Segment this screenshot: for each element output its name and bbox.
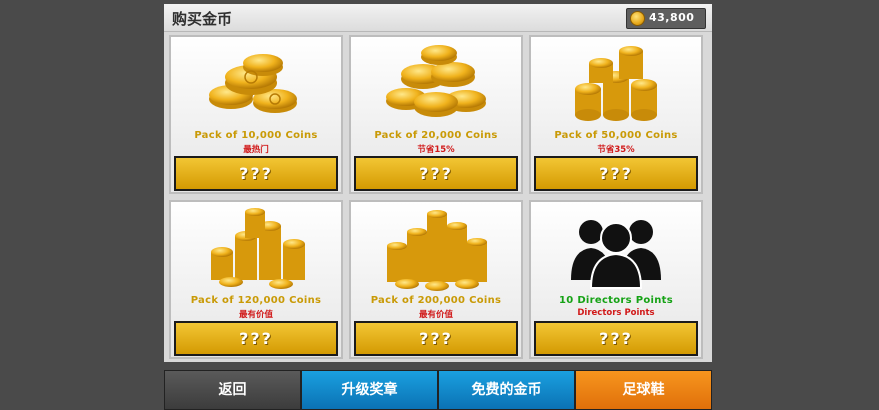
- pack-tag: Directors Points: [577, 308, 655, 318]
- pack-tag: 节省35%: [597, 145, 635, 155]
- upgrade-badge-button[interactable]: 升级奖章: [301, 370, 438, 410]
- pack-tile-120000[interactable]: Pack of 120,000 Coins 最有价值 ???: [169, 200, 343, 359]
- pack-tag: 节省15%: [417, 145, 455, 155]
- buy-button[interactable]: ???: [534, 321, 698, 356]
- back-button[interactable]: 返回: [164, 370, 301, 410]
- coins-huge-icon: [387, 210, 487, 291]
- page-title: 购买金币: [172, 10, 233, 28]
- pack-name: Pack of 20,000 Coins: [374, 130, 498, 141]
- header-bar: 购买金币 43,800: [164, 4, 712, 32]
- buy-button[interactable]: ???: [174, 321, 338, 356]
- coins-large-icon: [575, 46, 657, 121]
- buy-button[interactable]: ???: [354, 321, 518, 356]
- pack-name: Pack of 120,000 Coins: [190, 295, 322, 306]
- pack-tile-50000[interactable]: Pack of 50,000 Coins 节省35% ???: [529, 35, 703, 194]
- bottom-nav: 返回 升级奖章 免费的金币 足球鞋: [164, 370, 712, 410]
- pack-tag: 最有价值: [418, 310, 453, 320]
- coin-icon: [630, 11, 645, 26]
- store-panel: 购买金币 43,800 Pack of 10,000 Coins 最热门 ???: [164, 4, 712, 362]
- buy-button[interactable]: ???: [174, 156, 338, 191]
- buy-button[interactable]: ???: [534, 156, 698, 191]
- pack-tile-10000[interactable]: Pack of 10,000 Coins 最热门 ???: [169, 35, 343, 194]
- coin-balance: 43,800: [626, 8, 706, 29]
- pack-name: Pack of 200,000 Coins: [370, 295, 502, 306]
- football-shoes-button[interactable]: 足球鞋: [575, 370, 712, 410]
- pack-tag: 最热门: [243, 145, 269, 155]
- coins-medium-icon: [386, 45, 486, 117]
- people-group-icon: [571, 220, 661, 289]
- directors-points-tile[interactable]: 10 Directors Points Directors Points ???: [529, 200, 703, 359]
- pack-name: 10 Directors Points: [559, 295, 673, 306]
- pack-name: Pack of 50,000 Coins: [554, 130, 678, 141]
- buy-button[interactable]: ???: [354, 156, 518, 191]
- free-coins-button[interactable]: 免费的金币: [438, 370, 575, 410]
- coins-small-icon: [209, 54, 297, 113]
- pack-tile-20000[interactable]: Pack of 20,000 Coins 节省15% ???: [349, 35, 523, 194]
- pack-tile-200000[interactable]: Pack of 200,000 Coins 最有价值 ???: [349, 200, 523, 359]
- pack-name: Pack of 10,000 Coins: [194, 130, 318, 141]
- coins-xlarge-icon: [211, 208, 305, 289]
- pack-tag: 最有价值: [238, 310, 273, 320]
- coin-balance-value: 43,800: [649, 11, 695, 24]
